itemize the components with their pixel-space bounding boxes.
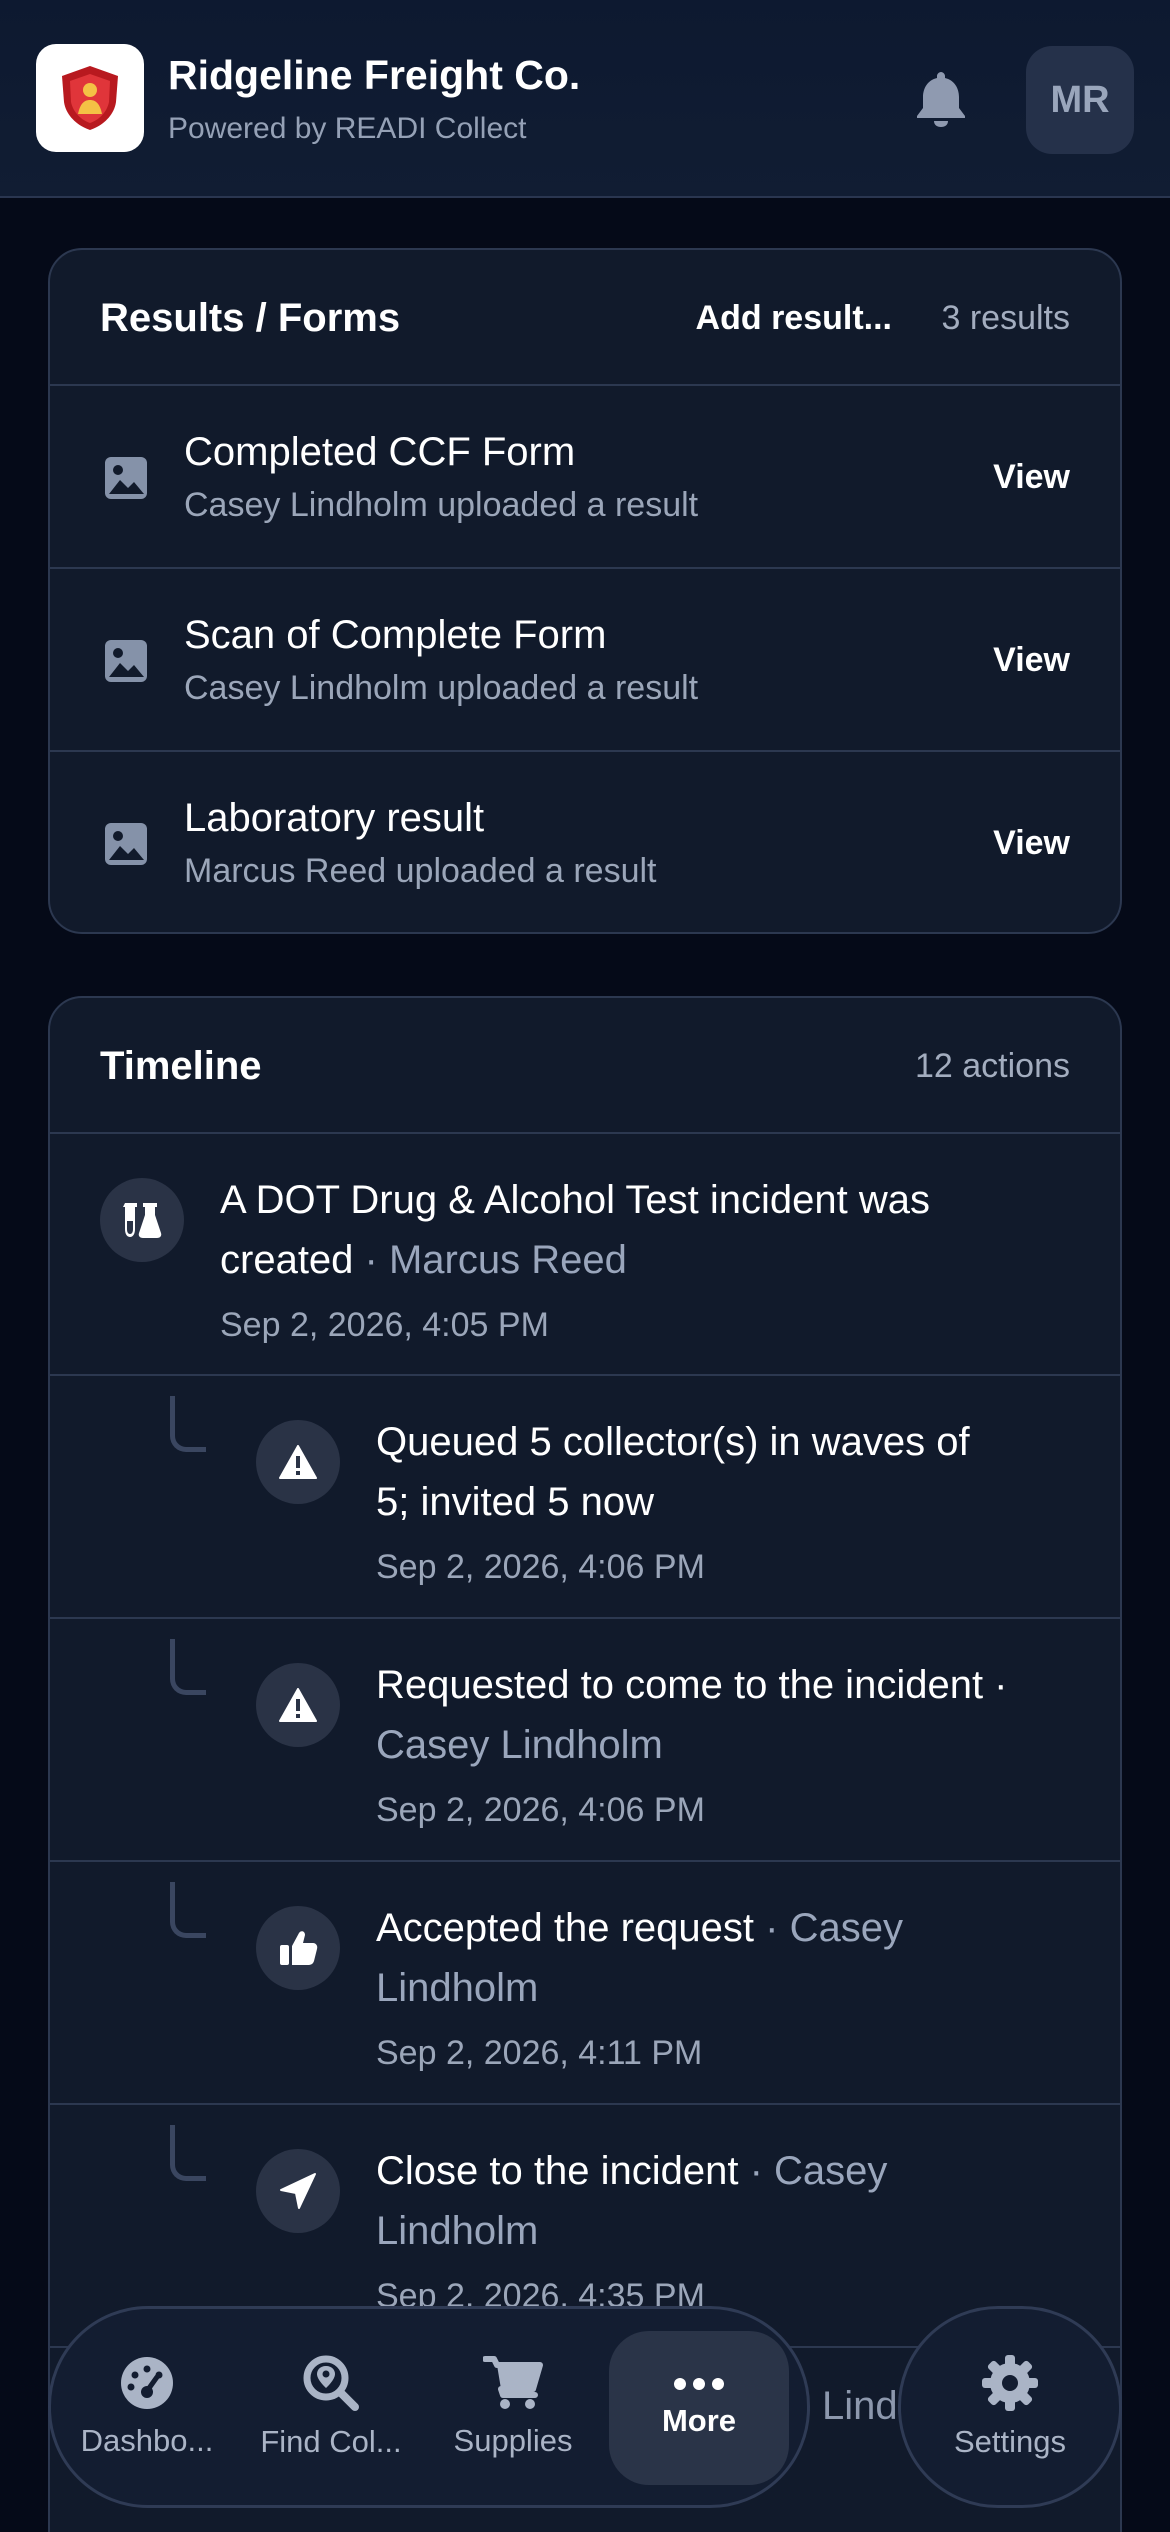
results-card: Results / Forms Add result... 3 results … [48, 248, 1122, 934]
result-item: Completed CCF Form Casey Lindholm upload… [50, 386, 1120, 569]
bottom-nav: Dashbo... Find Col... Supplies More [48, 2306, 810, 2508]
thumbs-up-icon [256, 1906, 340, 1990]
powered-by: Powered by READI Collect [168, 112, 527, 145]
timeline-peek-text: Lind [822, 2384, 898, 2428]
timeline-line2: created [220, 1238, 354, 1282]
timeline-actor: Lindholm [376, 2209, 539, 2253]
add-result-button[interactable]: Add result... [696, 250, 892, 386]
timeline-text: A DOT Drug & Alcohol Test incident was c… [220, 1170, 930, 1290]
image-icon [105, 457, 147, 499]
nav-dashboard[interactable]: Dashbo... [57, 2309, 237, 2505]
location-arrow-icon [256, 2149, 340, 2233]
timeline-line1: Accepted the request [376, 1906, 755, 1950]
timeline-time: Sep 2, 2026, 4:05 PM [220, 1306, 549, 1344]
org-name: Ridgeline Freight Co. [168, 52, 581, 98]
timeline-item: Accepted the request · Casey Lindholm Se… [50, 1862, 1120, 2105]
nav-find-collector[interactable]: Find Col... [241, 2309, 421, 2505]
view-button[interactable]: View [993, 752, 1070, 932]
result-item: Laboratory result Marcus Reed uploaded a… [50, 752, 1120, 932]
timeline-item: A DOT Drug & Alcohol Test incident was c… [50, 1134, 1120, 1376]
thread-connector [170, 1396, 206, 1452]
shield-logo-icon [62, 66, 118, 130]
result-title: Scan of Complete Form [184, 613, 607, 657]
thread-connector [170, 2125, 206, 2181]
nav-more[interactable]: More [609, 2331, 789, 2485]
result-subtitle: Casey Lindholm uploaded a result [184, 486, 699, 524]
gear-icon [982, 2355, 1038, 2411]
results-header: Results / Forms Add result... 3 results [50, 250, 1120, 386]
timeline-time: Sep 2, 2026, 4:06 PM [376, 1791, 705, 1829]
result-title: Completed CCF Form [184, 430, 576, 474]
timeline-time: Sep 2, 2026, 4:11 PM [376, 2034, 703, 2072]
app-header: Ridgeline Freight Co. Powered by READI C… [0, 0, 1170, 198]
view-button[interactable]: View [993, 386, 1070, 569]
results-count: 3 results [941, 299, 1071, 337]
nav-settings[interactable]: Settings [898, 2306, 1122, 2508]
timeline-line1: Requested to come to the incident · [376, 1663, 1008, 1707]
warning-icon [256, 1663, 340, 1747]
view-button[interactable]: View [993, 569, 1070, 752]
result-subtitle: Casey Lindholm uploaded a result [184, 669, 699, 707]
user-avatar[interactable]: MR [1026, 46, 1134, 154]
nav-label: Dashbo... [80, 2423, 214, 2458]
flask-icon [100, 1178, 184, 1262]
nav-label: Find Col... [260, 2424, 402, 2459]
org-logo [36, 44, 144, 152]
timeline-actor: Lindholm [376, 1966, 539, 2010]
timeline-item: Queued 5 collector(s) in waves of 5; inv… [50, 1376, 1120, 1619]
timeline-actor: · Marcus Reed [353, 1238, 627, 1282]
timeline-line2: 5; invited 5 now [376, 1480, 654, 1524]
timeline-card: Timeline 12 actions A DOT Drug & Alcohol… [48, 996, 1122, 2532]
nav-supplies[interactable]: Supplies [423, 2309, 603, 2505]
timeline-line1: Close to the incident [376, 2149, 739, 2193]
timeline-text: Queued 5 collector(s) in waves of 5; inv… [376, 1412, 970, 1532]
notifications-button[interactable] [906, 64, 976, 134]
nav-label: More [661, 2403, 737, 2438]
results-title: Results / Forms [100, 296, 401, 340]
timeline-header: Timeline 12 actions [50, 998, 1120, 1134]
timeline-line1: A DOT Drug & Alcohol Test incident was [220, 1178, 930, 1222]
nav-label: Supplies [453, 2423, 573, 2458]
warning-icon [256, 1420, 340, 1504]
bell-icon [917, 72, 965, 127]
nav-label: Settings [953, 2424, 1066, 2459]
result-title: Laboratory result [184, 796, 485, 840]
image-icon [105, 823, 147, 865]
timeline-actor: Casey Lindholm [376, 1723, 663, 1767]
result-item: Scan of Complete Form Casey Lindholm upl… [50, 569, 1120, 752]
timeline-time: Sep 2, 2026, 4:06 PM [376, 1548, 705, 1586]
thread-connector [170, 1882, 206, 1938]
timeline-text: Accepted the request · Casey Lindholm [376, 1898, 903, 2018]
more-icon [674, 2378, 724, 2390]
timeline-count: 12 actions [915, 1047, 1070, 1085]
result-subtitle: Marcus Reed uploaded a result [184, 852, 657, 890]
thread-connector [170, 1639, 206, 1695]
timeline-actor-part: · Casey [754, 1906, 903, 1950]
cart-icon [483, 2356, 543, 2409]
image-icon [105, 640, 147, 682]
timeline-title: Timeline [100, 1044, 262, 1088]
search-location-icon [303, 2355, 359, 2411]
timeline-actor-part: · Casey [738, 2149, 888, 2193]
timeline-text: Requested to come to the incident · Case… [376, 1655, 1007, 1775]
timeline-item: Requested to come to the incident · Case… [50, 1619, 1120, 1862]
timeline-text: Close to the incident · Casey Lindholm [376, 2141, 887, 2261]
timeline-line1: Queued 5 collector(s) in waves of [376, 1420, 970, 1464]
gauge-icon [121, 2357, 173, 2409]
